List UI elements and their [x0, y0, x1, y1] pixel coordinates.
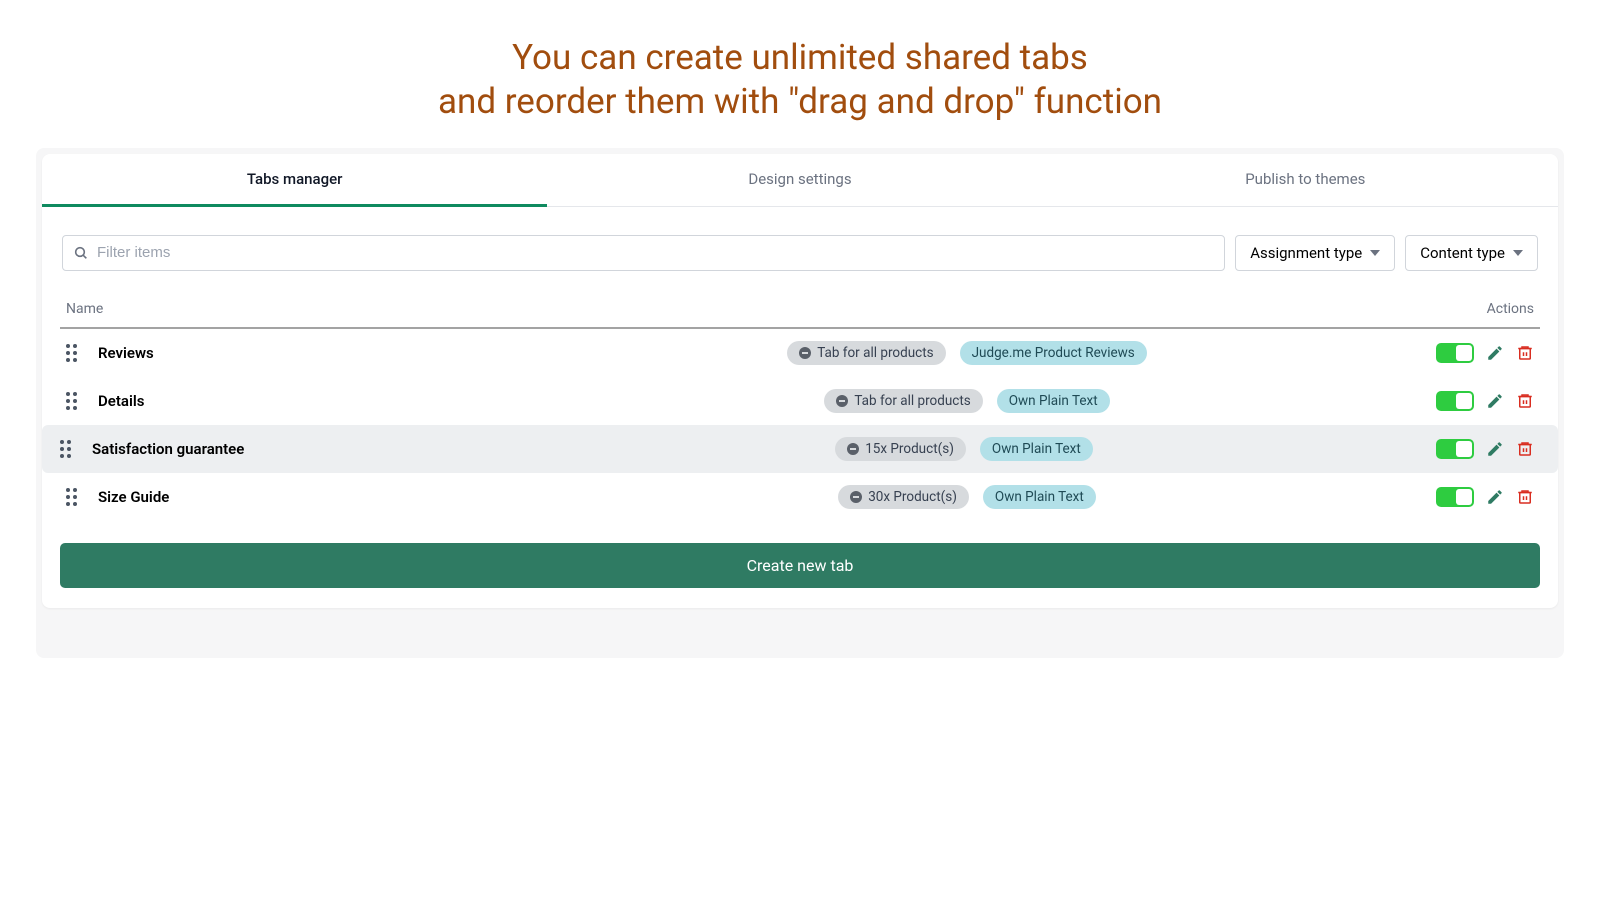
edit-icon[interactable] [1486, 392, 1504, 410]
enable-toggle[interactable] [1436, 439, 1474, 459]
row-name: Reviews [98, 344, 498, 362]
content-pill: Own Plain Text [997, 389, 1110, 413]
row-name: Satisfaction guarantee [92, 440, 492, 458]
drag-handle-icon[interactable] [60, 440, 78, 458]
edit-icon[interactable] [1486, 488, 1504, 506]
assignment-pill: 30x Product(s) [838, 485, 969, 509]
content-type-dropdown[interactable]: Content type [1405, 235, 1538, 271]
promo-heading-line2: and reorder them with "drag and drop" fu… [0, 80, 1600, 124]
minus-circle-icon [836, 395, 848, 407]
assignment-pill: Tab for all products [787, 341, 945, 365]
tab-tabs-manager[interactable]: Tabs manager [42, 154, 547, 207]
minus-circle-icon [847, 443, 859, 455]
edit-icon[interactable] [1486, 344, 1504, 362]
row-pills: Tab for all products Own Plain Text [512, 389, 1422, 413]
row-actions [1436, 487, 1534, 507]
assignment-type-dropdown[interactable]: Assignment type [1235, 235, 1395, 271]
assignment-pill: Tab for all products [824, 389, 982, 413]
row-name: Size Guide [98, 488, 498, 506]
tab-publish-themes[interactable]: Publish to themes [1053, 154, 1558, 206]
assignment-pill: 15x Product(s) [835, 437, 966, 461]
enable-toggle[interactable] [1436, 343, 1474, 363]
create-new-tab-button[interactable]: Create new tab [60, 543, 1540, 588]
tabs-list: Reviews Tab for all products Judge.me Pr… [60, 329, 1540, 521]
search-input[interactable] [97, 244, 1214, 261]
search-input-wrap[interactable] [62, 235, 1225, 271]
row-actions [1436, 391, 1534, 411]
delete-icon[interactable] [1516, 392, 1534, 410]
row-name: Details [98, 392, 498, 410]
search-icon [73, 245, 89, 261]
delete-icon[interactable] [1516, 440, 1534, 458]
table-row: Reviews Tab for all products Judge.me Pr… [60, 329, 1540, 377]
table-row: Satisfaction guarantee 15x Product(s) Ow… [42, 425, 1558, 473]
table-header: Name Actions [60, 271, 1540, 329]
promo-heading: You can create unlimited shared tabs and… [0, 0, 1600, 124]
minus-circle-icon [799, 347, 811, 359]
row-actions [1436, 343, 1534, 363]
assignment-type-label: Assignment type [1250, 244, 1362, 262]
caret-down-icon [1513, 250, 1523, 256]
table-row: Size Guide 30x Product(s) Own Plain Text [60, 473, 1540, 521]
content-type-label: Content type [1420, 244, 1505, 262]
delete-icon[interactable] [1516, 344, 1534, 362]
drag-handle-icon[interactable] [66, 344, 84, 362]
drag-handle-icon[interactable] [66, 488, 84, 506]
table-row: Details Tab for all products Own Plain T… [60, 377, 1540, 425]
minus-circle-icon [850, 491, 862, 503]
drag-handle-icon[interactable] [66, 392, 84, 410]
caret-down-icon [1370, 250, 1380, 256]
delete-icon[interactable] [1516, 488, 1534, 506]
content-pill: Own Plain Text [980, 437, 1093, 461]
enable-toggle[interactable] [1436, 487, 1474, 507]
enable-toggle[interactable] [1436, 391, 1474, 411]
col-actions: Actions [1487, 301, 1534, 317]
col-name: Name [66, 301, 103, 317]
row-pills: 15x Product(s) Own Plain Text [506, 437, 1422, 461]
content-pill: Own Plain Text [983, 485, 1096, 509]
content-pill: Judge.me Product Reviews [960, 341, 1147, 365]
row-actions [1436, 439, 1534, 459]
manager-card: Tabs manager Design settings Publish to … [42, 154, 1558, 608]
top-tabs: Tabs manager Design settings Publish to … [42, 154, 1558, 207]
row-pills: 30x Product(s) Own Plain Text [512, 485, 1422, 509]
promo-heading-line1: You can create unlimited shared tabs [0, 36, 1600, 80]
edit-icon[interactable] [1486, 440, 1504, 458]
tab-design-settings[interactable]: Design settings [547, 154, 1052, 206]
row-pills: Tab for all products Judge.me Product Re… [512, 341, 1422, 365]
